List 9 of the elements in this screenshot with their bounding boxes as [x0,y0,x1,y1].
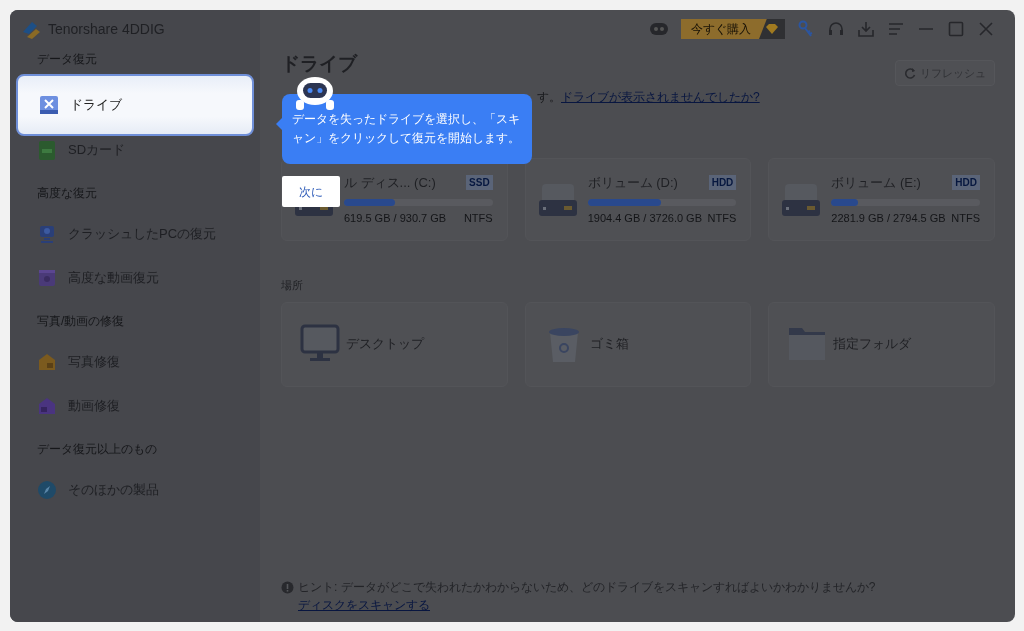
drive-type-badge: SSD [466,175,493,191]
drive-usage: 1904.4 GB / 3726.0 GB [587,210,702,226]
file-system: NTFS [951,210,980,226]
drive-type-badge: HDD [708,175,737,191]
tour-tooltip: データを失ったドライブを選択し、「スキャン」をクリックして復元を開始します。 [282,94,532,164]
file-system: NTFS [463,210,493,226]
file-system: NTFS [707,210,737,226]
drive-type-badge: HDD [952,175,980,191]
drive-usage: 2281.9 GB / 2794.5 GB [831,210,946,226]
